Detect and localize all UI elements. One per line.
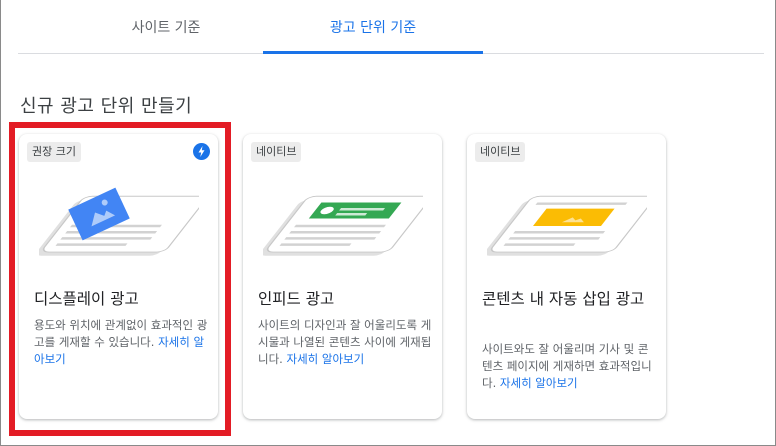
in-article-ad-illustration <box>484 174 655 274</box>
card-description: 사이트와도 잘 어울리며 기사 및 콘텐츠 페이지에 게재하면 효과적입니다. … <box>482 341 658 392</box>
bolt-icon <box>193 143 210 160</box>
tab-by-site[interactable]: 사이트 기준 <box>56 0 276 53</box>
learn-more-link[interactable]: 자세히 알아보기 <box>500 376 578 390</box>
card-description: 사이트의 디자인과 잘 어울리도록 게시물과 나열된 콘텐츠 사이에 게재됩니다… <box>258 317 434 368</box>
card-title: 인피드 광고 <box>258 290 335 308</box>
learn-more-link[interactable]: 자세히 알아보기 <box>286 352 364 366</box>
in-feed-ad-illustration <box>260 174 431 274</box>
card-description: 용도와 위치에 관계없이 효과적인 광고를 게재할 수 있습니다. 자세히 알아… <box>34 317 210 368</box>
recommended-size-chip: 권장 크기 <box>27 142 81 162</box>
in-feed-ad-card[interactable]: 네이티브 인피드 광고 사이트의 디자인과 잘 어울리도록 게시물과 나열된 콘… <box>243 134 442 419</box>
card-title: 콘텐츠 내 자동 삽입 광고 <box>482 290 645 308</box>
display-ad-illustration <box>36 174 207 274</box>
native-chip: 네이티브 <box>251 142 302 162</box>
native-chip: 네이티브 <box>475 142 526 162</box>
display-ad-card[interactable]: 권장 크기 디스플레이 광고 용도와 위치에 관계없이 효과적인 광고를 게재할… <box>19 134 218 419</box>
in-article-ad-card[interactable]: 네이티브 콘텐츠 내 자동 삽입 광고 사이트와도 잘 어울리며 기사 및 콘텐… <box>467 134 666 419</box>
card-title: 디스플레이 광고 <box>34 290 139 308</box>
tab-by-ad-unit[interactable]: 광고 단위 기준 <box>263 0 483 54</box>
section-title: 신규 광고 단위 만들기 <box>20 96 193 117</box>
tab-bar: 사이트 기준 광고 단위 기준 <box>18 0 764 54</box>
